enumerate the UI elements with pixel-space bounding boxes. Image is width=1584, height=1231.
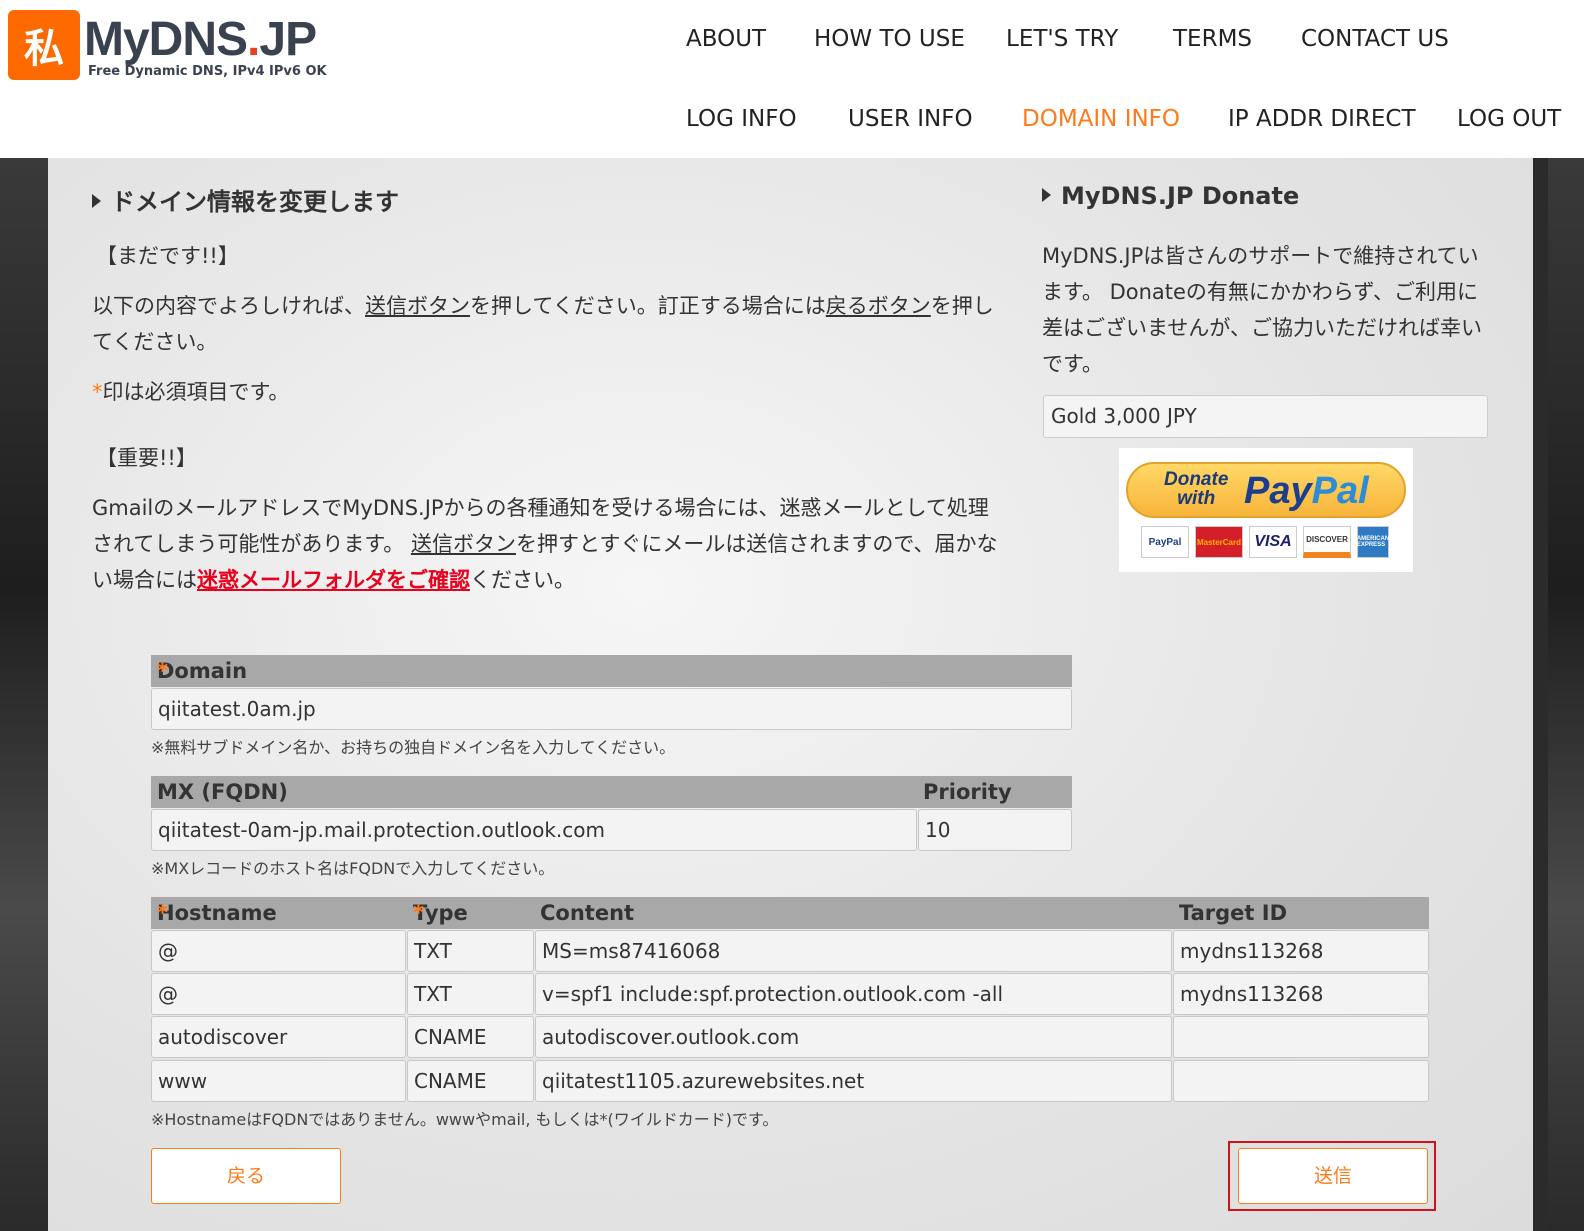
content-field[interactable]: qiitatest1105.azurewebsites.net bbox=[535, 1060, 1172, 1102]
payment-cards: PayPal MasterCard VISA DISCOVER AMERICAN… bbox=[1141, 526, 1389, 558]
mx-header: MX (FQDN) Priority bbox=[151, 776, 1072, 808]
content-col-label: Content bbox=[540, 901, 635, 925]
nav-about[interactable]: ABOUT bbox=[686, 26, 766, 52]
hostname-field[interactable]: @ bbox=[151, 930, 406, 972]
required-note: *印は必須項目です。 bbox=[92, 380, 290, 404]
notice-important: 【重要!!】 bbox=[96, 446, 197, 470]
paypal-donate-button[interactable]: Donate with PayPal PayPal MasterCard VISA… bbox=[1119, 448, 1413, 572]
notice-not-yet: 【まだです!!】 bbox=[96, 244, 239, 268]
domain-header: Domain * bbox=[151, 655, 1072, 687]
background-left bbox=[0, 158, 48, 1231]
confirm-instructions: 以下の内容でよろしければ、送信ボタンを押してください。訂正する場合には戻るボタン… bbox=[92, 294, 994, 354]
main-content: ドメイン情報を変更します 【まだです!!】 以下の内容でよろしければ、送信ボタン… bbox=[48, 158, 1533, 1231]
priority-field[interactable]: 10 bbox=[918, 809, 1072, 851]
submit-button[interactable]: 送信 bbox=[1238, 1148, 1428, 1204]
nav-how-to-use[interactable]: HOW TO USE bbox=[814, 26, 965, 52]
domain-note: ※無料サブドメイン名か、お持ちの独自ドメイン名を入力してください。 bbox=[151, 738, 676, 757]
site-header: 私 MyDNS.JP Free Dynamic DNS, IPv4 IPv6 O… bbox=[0, 0, 1584, 158]
amex-icon: AMERICAN EXPRESS bbox=[1357, 526, 1389, 558]
spam-folder-link[interactable]: 迷惑メールフォルダをご確認 bbox=[197, 568, 470, 592]
nav-domain-info[interactable]: DOMAIN INFO bbox=[1022, 106, 1180, 132]
paypal-card-icon: PayPal bbox=[1141, 526, 1189, 558]
type-field[interactable]: TXT bbox=[407, 973, 534, 1015]
target-id-field[interactable]: mydns113268 bbox=[1173, 930, 1429, 972]
back-button-ref-link[interactable]: 戻るボタン bbox=[826, 294, 931, 318]
donate-amount-select[interactable]: Gold 3,000 JPY bbox=[1043, 395, 1488, 438]
mx-label: MX (FQDN) bbox=[157, 780, 288, 804]
logo-wordmark: MyDNS.JP bbox=[84, 13, 317, 66]
background-right bbox=[1548, 158, 1584, 1231]
type-field[interactable]: CNAME bbox=[407, 1016, 534, 1058]
triangle-icon bbox=[1042, 188, 1051, 202]
content-field[interactable]: autodiscover.outlook.com bbox=[535, 1016, 1172, 1058]
mastercard-icon: MasterCard bbox=[1195, 526, 1243, 558]
domain-field[interactable]: qiitatest.0am.jp bbox=[151, 688, 1072, 730]
mx-field[interactable]: qiitatest-0am-jp.mail.protection.outlook… bbox=[151, 809, 917, 851]
target-id-field[interactable] bbox=[1173, 1016, 1429, 1058]
page-title: ドメイン情報を変更します bbox=[92, 182, 399, 217]
discover-icon: DISCOVER bbox=[1303, 526, 1351, 558]
logo-mark-icon: 私 bbox=[8, 10, 80, 80]
hostname-note: ※HostnameはFQDNではありません。wwwやmail, もしくは*(ワイ… bbox=[151, 1110, 779, 1129]
nav-lets-try[interactable]: LET'S TRY bbox=[1006, 26, 1118, 52]
content-field[interactable]: v=spf1 include:spf.protection.outlook.co… bbox=[535, 973, 1172, 1015]
nav-user-info[interactable]: USER INFO bbox=[848, 106, 973, 132]
content-field[interactable]: MS=ms87416068 bbox=[535, 930, 1172, 972]
hostname-field[interactable]: autodiscover bbox=[151, 1016, 406, 1058]
paypal-button-shape: Donate with PayPal bbox=[1126, 462, 1406, 518]
donate-description: MyDNS.JPは皆さんのサポートで維持されています。 Donateの有無にかか… bbox=[1042, 244, 1482, 376]
target-id-field[interactable]: mydns113268 bbox=[1173, 973, 1429, 1015]
mydns-logo[interactable]: 私 MyDNS.JP Free Dynamic DNS, IPv4 IPv6 O… bbox=[8, 8, 338, 83]
nav-ip-addr-direct[interactable]: IP ADDR DIRECT bbox=[1228, 106, 1416, 132]
visa-icon: VISA bbox=[1249, 526, 1297, 558]
target-id-field[interactable] bbox=[1173, 1060, 1429, 1102]
hostname-field[interactable]: @ bbox=[151, 973, 406, 1015]
priority-label: Priority bbox=[923, 780, 1012, 804]
nav-terms[interactable]: TERMS bbox=[1173, 26, 1252, 52]
mx-note: ※MXレコードのホスト名はFQDNで入力してください。 bbox=[151, 859, 555, 878]
back-button[interactable]: 戻る bbox=[151, 1148, 341, 1204]
submit-button-ref-link-2[interactable]: 送信ボタン bbox=[411, 532, 516, 556]
records-header: Hostname * Type * Content Target ID bbox=[151, 897, 1429, 929]
nav-log-out[interactable]: LOG OUT bbox=[1457, 106, 1561, 132]
gmail-warning: GmailのメールアドレスでMyDNS.JPからの各種通知を受ける場合には、迷惑… bbox=[92, 496, 998, 592]
submit-button-ref-link[interactable]: 送信ボタン bbox=[365, 294, 470, 318]
logo-tagline: Free Dynamic DNS, IPv4 IPv6 OK bbox=[88, 64, 327, 79]
nav-contact-us[interactable]: CONTACT US bbox=[1301, 26, 1449, 52]
paypal-donate-text: Donate with bbox=[1164, 469, 1229, 509]
type-field[interactable]: CNAME bbox=[407, 1060, 534, 1102]
donate-title: MyDNS.JP Donate bbox=[1042, 182, 1299, 210]
hostname-field[interactable]: www bbox=[151, 1060, 406, 1102]
triangle-icon bbox=[92, 194, 101, 208]
target-id-col-label: Target ID bbox=[1179, 901, 1288, 925]
type-field[interactable]: TXT bbox=[407, 930, 534, 972]
paypal-logo: PayPal bbox=[1244, 470, 1369, 512]
nav-log-info[interactable]: LOG INFO bbox=[686, 106, 797, 132]
